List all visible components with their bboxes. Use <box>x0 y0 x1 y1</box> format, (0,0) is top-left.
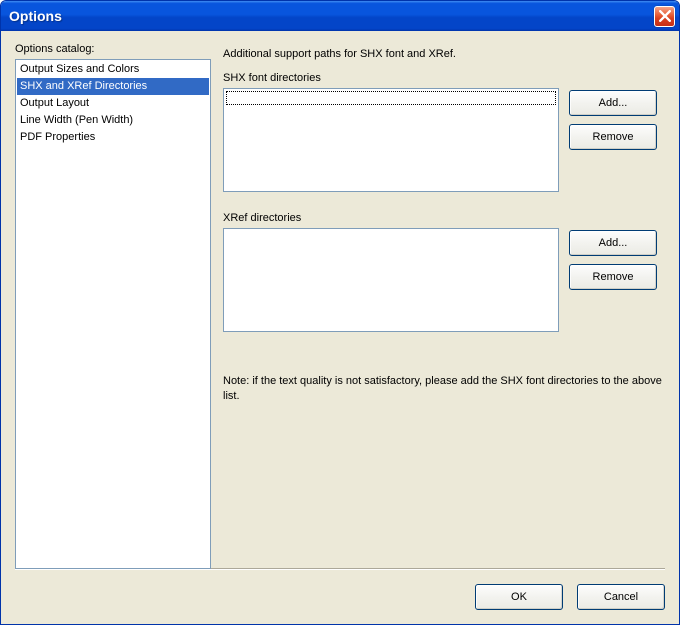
ok-button[interactable]: OK <box>475 584 563 610</box>
titlebar: Options <box>1 1 679 31</box>
catalog-label: Options catalog: <box>15 43 211 55</box>
shx-remove-button[interactable]: Remove <box>569 124 657 150</box>
shx-directories-list[interactable] <box>223 88 559 192</box>
shx-section: Add... Remove <box>223 88 665 192</box>
left-column: Options catalog: Output Sizes and Colors… <box>15 43 211 569</box>
dialog-footer: OK Cancel <box>15 569 665 624</box>
dialog-body: Options catalog: Output Sizes and Colors… <box>1 31 679 569</box>
shx-label: SHX font directories <box>223 72 665 84</box>
catalog-item-shx-xref-directories[interactable]: SHX and XRef Directories <box>17 78 209 95</box>
xref-add-button[interactable]: Add... <box>569 230 657 256</box>
window-title: Options <box>9 8 654 24</box>
note-text: Note: if the text quality is not satisfa… <box>223 374 665 404</box>
catalog-item-output-layout[interactable]: Output Layout <box>17 95 209 112</box>
close-button[interactable] <box>654 6 675 27</box>
options-dialog: Options Options catalog: Output Sizes an… <box>0 0 680 625</box>
xref-label: XRef directories <box>223 212 665 224</box>
catalog-item-output-sizes-colors[interactable]: Output Sizes and Colors <box>17 61 209 78</box>
close-icon <box>659 10 671 22</box>
cancel-button[interactable]: Cancel <box>577 584 665 610</box>
xref-directories-list[interactable] <box>223 228 559 332</box>
xref-remove-button[interactable]: Remove <box>569 264 657 290</box>
shx-buttons: Add... Remove <box>569 88 657 192</box>
right-panel: Additional support paths for SHX font an… <box>223 43 665 569</box>
shx-list-focus-row <box>226 91 556 105</box>
options-catalog-list[interactable]: Output Sizes and Colors SHX and XRef Dir… <box>15 59 211 569</box>
catalog-item-line-width[interactable]: Line Width (Pen Width) <box>17 112 209 129</box>
shx-add-button[interactable]: Add... <box>569 90 657 116</box>
xref-section: Add... Remove <box>223 228 665 332</box>
xref-buttons: Add... Remove <box>569 228 657 332</box>
catalog-item-pdf-properties[interactable]: PDF Properties <box>17 129 209 146</box>
panel-intro: Additional support paths for SHX font an… <box>223 48 665 60</box>
